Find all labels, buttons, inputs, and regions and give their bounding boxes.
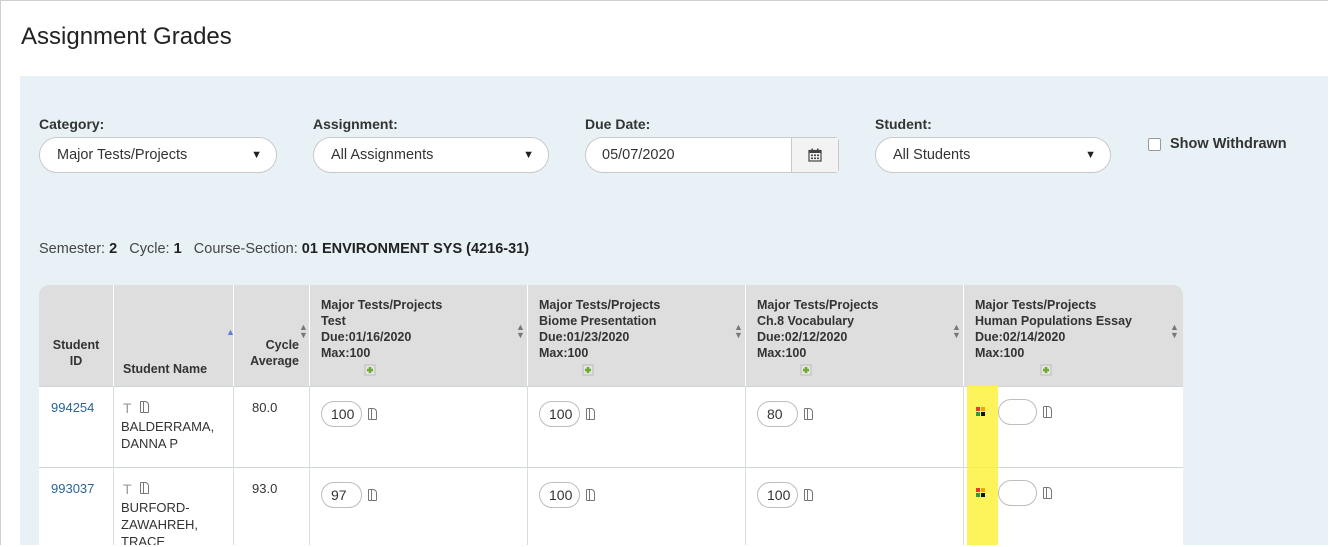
- grade-input[interactable]: 97: [321, 482, 362, 508]
- category-label: Category:: [39, 116, 105, 132]
- column-header-assignment-3[interactable]: Major Tests/Projects Ch.8 Vocabulary Due…: [757, 297, 878, 361]
- grade-input[interactable]: 100: [321, 401, 362, 427]
- column-header-assignment-1[interactable]: Major Tests/Projects Test Due:01/16/2020…: [321, 297, 442, 361]
- section-info: Semester: 2 Cycle: 1 Course-Section: 01 …: [39, 241, 529, 257]
- sort-icon[interactable]: ▲ ▼: [516, 323, 525, 340]
- assignment-label: Assignment:: [313, 116, 398, 132]
- table-row: 993037 T BURFORD- ZAWAHREH, TRACE 93.0 9…: [39, 467, 1183, 545]
- show-withdrawn-toggle[interactable]: Show Withdrawn: [1148, 136, 1287, 152]
- chevron-down-icon: ▼: [1085, 149, 1096, 161]
- add-grades-icon[interactable]: [363, 362, 377, 376]
- grade-status-icon[interactable]: [976, 407, 986, 417]
- table-header: Student ID Student Name ▲ Cycle Average …: [39, 285, 1183, 386]
- calendar-icon: [808, 148, 822, 162]
- due-date-field[interactable]: 05/07/2020: [585, 137, 839, 173]
- note-icon[interactable]: [1043, 406, 1052, 418]
- grade-input[interactable]: 100: [757, 482, 798, 508]
- cycle-average: 93.0: [252, 481, 278, 496]
- show-withdrawn-checkbox[interactable]: [1148, 137, 1161, 151]
- column-header-student-name[interactable]: Student Name: [123, 361, 207, 377]
- cycle-value: 1: [173, 241, 182, 257]
- column-header-assignment-4[interactable]: Major Tests/Projects Human Populations E…: [975, 297, 1132, 361]
- column-header-cycle-average[interactable]: Cycle Average: [241, 337, 299, 369]
- due-date-value: 05/07/2020: [602, 147, 675, 163]
- grade-input[interactable]: [998, 399, 1037, 425]
- column-header-assignment-2[interactable]: Major Tests/Projects Biome Presentation …: [539, 297, 660, 361]
- grade-input[interactable]: 80: [757, 401, 798, 427]
- course-section-label: Course-Section:: [193, 241, 298, 257]
- assignment-value: All Assignments: [331, 147, 434, 163]
- note-icon[interactable]: [586, 408, 595, 420]
- student-id-link[interactable]: 993037: [51, 481, 94, 496]
- note-icon[interactable]: [368, 489, 377, 501]
- note-icon[interactable]: [804, 489, 813, 501]
- chevron-down-icon: ▼: [251, 149, 262, 161]
- chevron-down-icon: ▼: [523, 149, 534, 161]
- student-name: BURFORD- ZAWAHREH, TRACE: [121, 500, 199, 545]
- grade-status-icon[interactable]: [976, 488, 986, 498]
- sort-ascending-icon[interactable]: ▲: [226, 328, 235, 337]
- show-withdrawn-label: Show Withdrawn: [1170, 136, 1287, 152]
- course-section-value: 01 ENVIRONMENT SYS (4216-31): [301, 241, 530, 257]
- sort-icon[interactable]: ▲ ▼: [734, 323, 743, 340]
- note-icon[interactable]: [368, 408, 377, 420]
- sort-icon[interactable]: ▲ ▼: [299, 323, 308, 340]
- student-value: All Students: [893, 147, 971, 163]
- student-select[interactable]: All Students ▼: [875, 137, 1111, 173]
- page-title: Assignment Grades: [21, 23, 232, 50]
- student-name: BALDERRAMA, DANNA P: [121, 419, 215, 451]
- note-icon[interactable]: [1043, 487, 1052, 499]
- cycle-average: 80.0: [252, 400, 278, 415]
- grade-input[interactable]: 100: [539, 401, 580, 427]
- due-date-label: Due Date:: [585, 116, 651, 132]
- category-value: Major Tests/Projects: [57, 147, 188, 163]
- flag-t: T: [123, 400, 132, 416]
- category-select[interactable]: Major Tests/Projects ▼: [39, 137, 277, 173]
- note-icon[interactable]: [586, 489, 595, 501]
- assignment-select[interactable]: All Assignments ▼: [313, 137, 549, 173]
- add-grades-icon[interactable]: [581, 362, 595, 376]
- grade-input[interactable]: 100: [539, 482, 580, 508]
- grade-input[interactable]: [998, 480, 1037, 506]
- add-grades-icon[interactable]: [799, 362, 813, 376]
- note-icon[interactable]: [140, 401, 149, 413]
- sort-icon[interactable]: ▲ ▼: [1170, 323, 1179, 340]
- assignment-grades-page: Assignment Grades Category: Major Tests/…: [0, 0, 1328, 545]
- student-label: Student:: [875, 116, 932, 132]
- semester-value: 2: [109, 241, 118, 257]
- cycle-label: Cycle:: [129, 241, 170, 257]
- note-icon[interactable]: [140, 482, 149, 494]
- column-header-student-id[interactable]: Student ID: [39, 337, 113, 369]
- note-icon[interactable]: [804, 408, 813, 420]
- calendar-button[interactable]: [791, 138, 838, 172]
- flag-t: T: [123, 481, 132, 497]
- semester-label: Semester:: [39, 241, 106, 257]
- sort-icon[interactable]: ▲ ▼: [952, 323, 961, 340]
- student-id-link[interactable]: 994254: [51, 400, 94, 415]
- add-grades-icon[interactable]: [1039, 362, 1053, 376]
